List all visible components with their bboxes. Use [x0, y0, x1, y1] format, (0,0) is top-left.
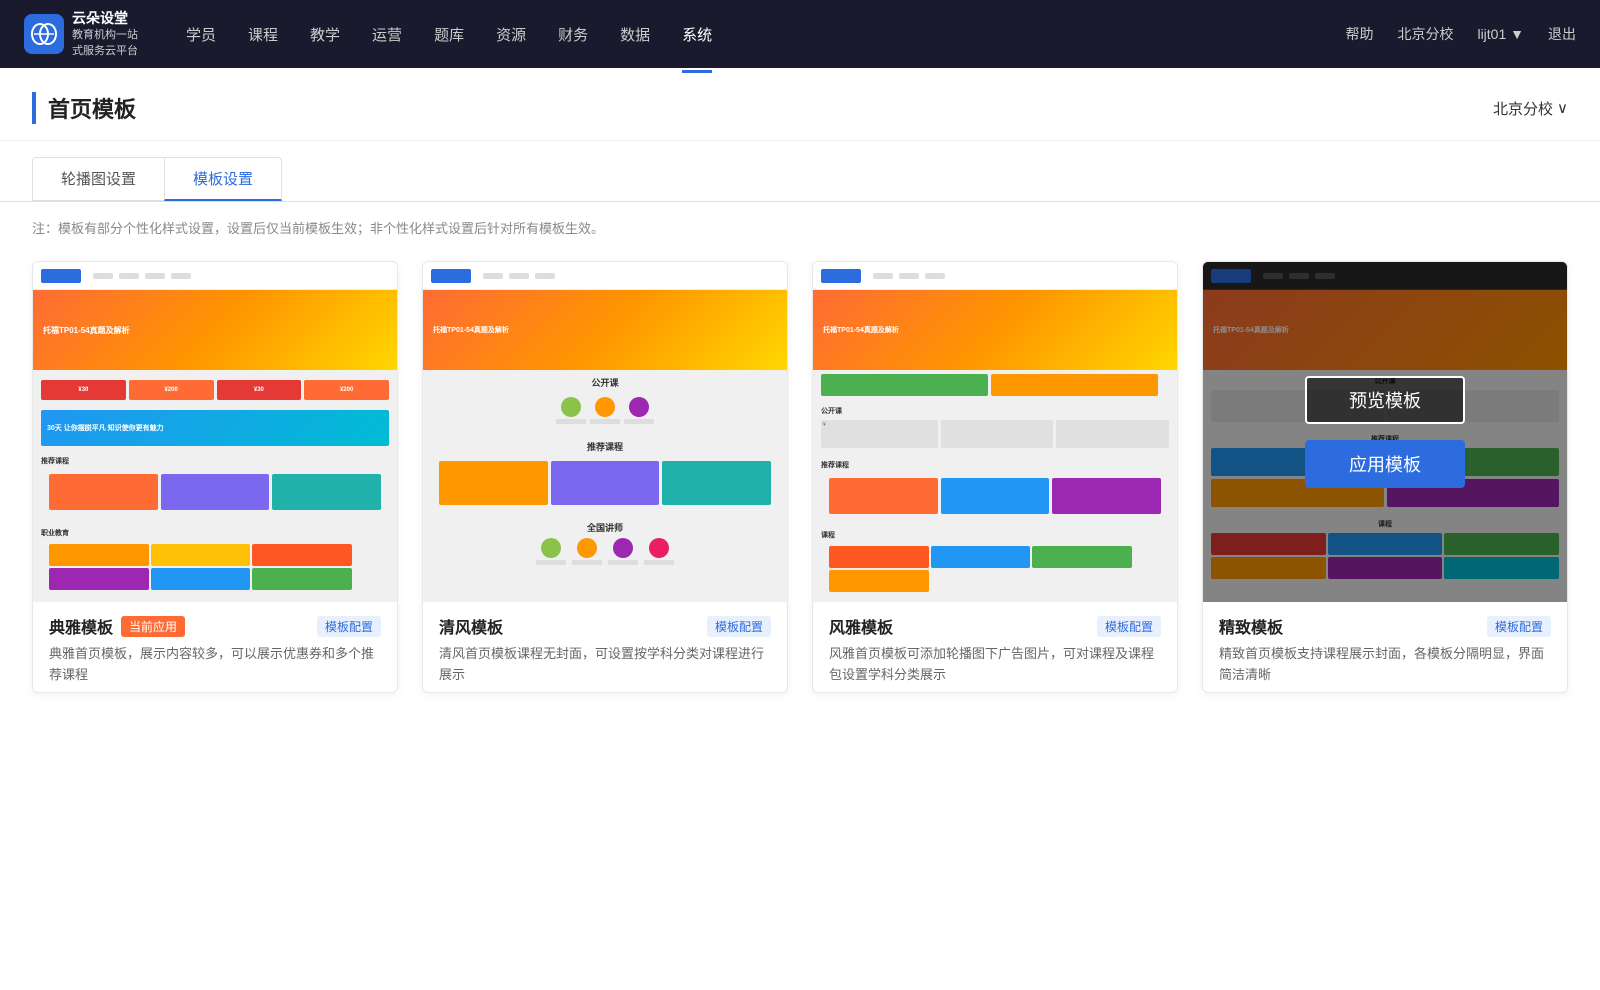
template-name-2: 清风模板: [439, 614, 503, 638]
branch-selector[interactable]: 北京分校 ∨: [1493, 98, 1568, 119]
nav-students[interactable]: 学员: [186, 20, 216, 49]
tab-carousel[interactable]: 轮播图设置: [32, 157, 165, 201]
template-card-4[interactable]: 托福TP01-54真题及解析 公开课 推荐课程: [1202, 261, 1568, 693]
nav-system[interactable]: 系统: [682, 20, 712, 49]
nav-courses[interactable]: 课程: [248, 20, 278, 49]
template-name-4: 精致模板: [1219, 614, 1283, 638]
user-menu[interactable]: lijt01 ▼: [1477, 26, 1524, 42]
template-card-2[interactable]: 托福TP01-54真题及解析 公开课 推荐课程: [422, 261, 788, 693]
preview-button-2[interactable]: 预览模板: [525, 376, 685, 424]
badge-config-4[interactable]: 模板配置: [1487, 616, 1551, 637]
page-title: 首页模板: [32, 92, 136, 124]
template-name-row-3: 风雅模板 模板配置: [829, 614, 1161, 638]
preview-button-4[interactable]: 预览模板: [1305, 376, 1465, 424]
note-bar: 注：模板有部分个性化样式设置，设置后仅当前模板生效；非个性化样式设置后针对所有模…: [0, 202, 1600, 253]
nav-right: 帮助 北京分校 lijt01 ▼ 退出: [1345, 24, 1576, 44]
chevron-down-icon: ∨: [1557, 99, 1568, 117]
logo-text: 云朵设堂 教育机构一站 式服务云平台: [72, 9, 138, 59]
apply-button-2[interactable]: 应用模板: [525, 440, 685, 488]
logo[interactable]: 云朵设堂 教育机构一站 式服务云平台: [24, 9, 138, 59]
badge-config-3[interactable]: 模板配置: [1097, 616, 1161, 637]
template-footer-3: 风雅模板 模板配置 风雅首页模板可添加轮播图下广告图片，可对课程及课程包设置学科…: [813, 602, 1177, 692]
page-container: 首页模板 北京分校 ∨ 轮播图设置 模板设置 注：模板有部分个性化样式设置，设置…: [0, 68, 1600, 990]
template-preview-1: 托福TP01-54真题及解析 ¥30 ¥200 ¥30 ¥200: [33, 262, 397, 602]
apply-button-1[interactable]: 应用模板: [135, 440, 295, 488]
template-desc-2: 清风首页模板课程无封面，可设置按学科分类对课程进行展示: [439, 644, 771, 686]
badge-config-1[interactable]: 模板配置: [317, 616, 381, 637]
template-preview-3: 托福TP01-54真题及解析 公开课 ¥: [813, 262, 1177, 602]
note-text: 注：模板有部分个性化样式设置，设置后仅当前模板生效；非个性化样式设置后针对所有模…: [32, 221, 604, 236]
templates-grid: 托福TP01-54真题及解析 ¥30 ¥200 ¥30 ¥200: [0, 253, 1600, 725]
preview-overlay-4: 预览模板 应用模板: [1203, 262, 1567, 602]
template-footer-4: 精致模板 模板配置 精致首页模板支持课程展示封面，各模板分隔明显，界面简洁清晰: [1203, 602, 1567, 692]
nav-resources[interactable]: 资源: [496, 20, 526, 49]
template-footer-1: 典雅模板 当前应用 模板配置 典雅首页模板，展示内容较多，可以展示优惠券和多个推…: [33, 602, 397, 692]
template-name-row-1: 典雅模板 当前应用 模板配置: [49, 614, 381, 638]
template-card-3[interactable]: 托福TP01-54真题及解析 公开课 ¥: [812, 261, 1178, 693]
template-name-row-2: 清风模板 模板配置: [439, 614, 771, 638]
branch-link[interactable]: 北京分校: [1397, 24, 1453, 44]
template-desc-1: 典雅首页模板，展示内容较多，可以展示优惠券和多个推荐课程: [49, 644, 381, 686]
nav-quiz[interactable]: 题库: [434, 20, 464, 49]
badge-config-2[interactable]: 模板配置: [707, 616, 771, 637]
template-preview-2: 托福TP01-54真题及解析 公开课 推荐课程: [423, 262, 787, 602]
tab-template[interactable]: 模板设置: [164, 157, 282, 201]
preview-button-1[interactable]: 预览模板: [135, 376, 295, 424]
preview-button-3[interactable]: 预览模板: [915, 376, 1075, 424]
nav-finance[interactable]: 财务: [558, 20, 588, 49]
template-name-row-4: 精致模板 模板配置: [1219, 614, 1551, 638]
nav-operations[interactable]: 运营: [372, 20, 402, 49]
nav-data[interactable]: 数据: [620, 20, 650, 49]
template-desc-4: 精致首页模板支持课程展示封面，各模板分隔明显，界面简洁清晰: [1219, 644, 1551, 686]
template-desc-3: 风雅首页模板可添加轮播图下广告图片，可对课程及课程包设置学科分类展示: [829, 644, 1161, 686]
nav-teaching[interactable]: 教学: [310, 20, 340, 49]
template-name-3: 风雅模板: [829, 614, 893, 638]
tabs-container: 轮播图设置 模板设置: [0, 141, 1600, 202]
template-card-1[interactable]: 托福TP01-54真题及解析 ¥30 ¥200 ¥30 ¥200: [32, 261, 398, 693]
logo-icon: [24, 14, 64, 54]
logout-link[interactable]: 退出: [1548, 24, 1576, 44]
apply-button-3[interactable]: 应用模板: [915, 440, 1075, 488]
apply-button-4[interactable]: 应用模板: [1305, 440, 1465, 488]
template-name-1: 典雅模板: [49, 614, 113, 638]
badge-current-1: 当前应用: [121, 616, 185, 637]
template-footer-2: 清风模板 模板配置 清风首页模板课程无封面，可设置按学科分类对课程进行展示: [423, 602, 787, 692]
navbar: 云朵设堂 教育机构一站 式服务云平台 学员 课程 教学 运营 题库 资源 财务 …: [0, 0, 1600, 68]
template-preview-4: 托福TP01-54真题及解析 公开课 推荐课程: [1203, 262, 1567, 602]
page-header: 首页模板 北京分校 ∨: [0, 68, 1600, 141]
nav-items: 学员 课程 教学 运营 题库 资源 财务 数据 系统: [186, 20, 1345, 49]
help-link[interactable]: 帮助: [1345, 24, 1373, 44]
